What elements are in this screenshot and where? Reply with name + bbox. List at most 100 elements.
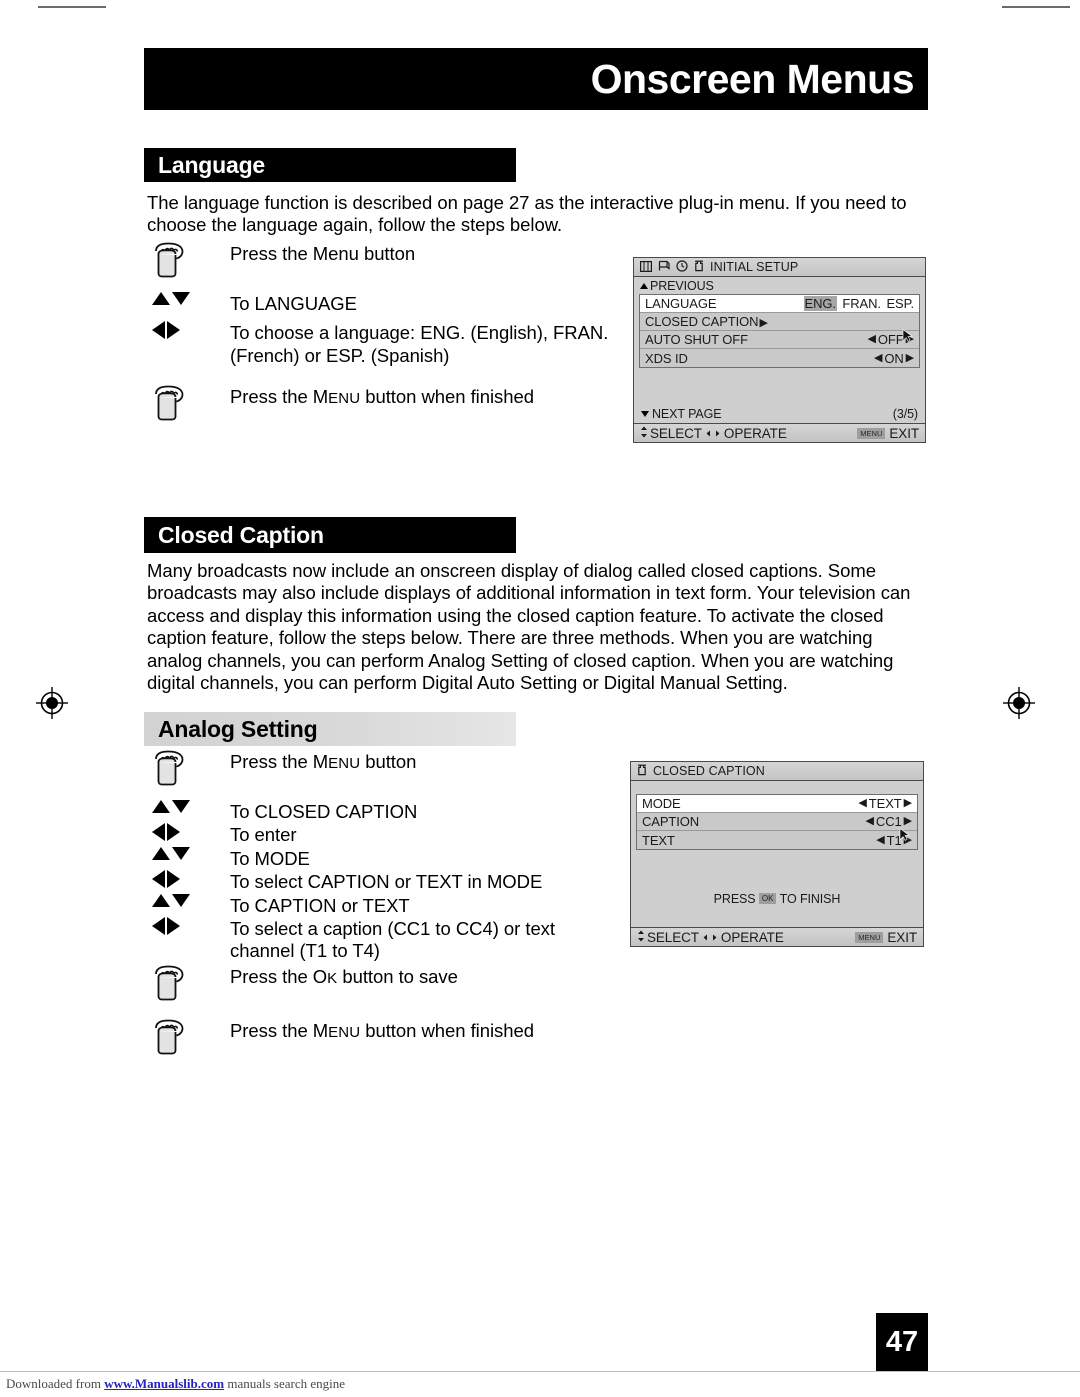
up-down-arrows-icon: [150, 292, 230, 305]
press-button-icon: [155, 385, 184, 421]
osd-row-label: TEXT: [642, 832, 675, 848]
osd-value-token: ENG.: [803, 296, 837, 311]
osd-body: PREVIOUS LANGUAGE ENG. FRAN. ESP. CLOSED C…: [634, 277, 925, 442]
step-text: Press the Menu button: [230, 243, 416, 264]
step-text: To enter: [230, 824, 297, 846]
press-button-icon: [155, 965, 184, 1001]
press-button-icon: [150, 1019, 230, 1055]
up-down-arrows-icon: [152, 800, 190, 813]
osd-title-label: INITIAL SETUP: [710, 260, 799, 274]
value-left-arrow-icon[interactable]: ◀: [876, 834, 884, 846]
value-right-arrow-icon[interactable]: ▶: [904, 798, 912, 809]
osd-menu-row[interactable]: CLOSED CAPTION▶: [640, 313, 919, 331]
page-header-bar: Onscreen Menus: [144, 48, 928, 110]
osd-select-label: SELECT: [647, 929, 699, 945]
steps-list-language: Press the Menu button To LANGUAGE To choos…: [150, 242, 620, 421]
manualslib-link[interactable]: www.Manualslib.com: [104, 1376, 224, 1391]
crop-mark-top-left: [38, 6, 106, 8]
osd-menu-row[interactable]: TEXT ◀ T1 ▶: [637, 831, 917, 849]
osd-finish-note: PRESS OK TO FINISH: [631, 892, 923, 906]
osd-titlebar: INITIAL SETUP: [634, 258, 925, 277]
left-right-arrows-icon: [152, 870, 180, 889]
setup-icon: [694, 260, 704, 275]
value-right-arrow-icon[interactable]: ▶: [904, 816, 912, 827]
up-down-arrows-icon: [152, 893, 190, 907]
paragraph-language: The language function is described on pa…: [147, 192, 907, 236]
step-text: Press the MENU button when finished: [230, 1019, 534, 1041]
osd-row-label: XDS ID: [645, 350, 688, 366]
osd-menu-row[interactable]: MODE ◀ TEXT ▶: [637, 795, 917, 813]
osd-menu-row[interactable]: CAPTION ◀ CC1 ▶: [637, 813, 917, 831]
press-button-icon: [155, 1019, 184, 1055]
value-left-arrow-icon[interactable]: ◀: [866, 816, 874, 827]
osd-title-icons: [637, 764, 647, 779]
osd-value-text: OFF: [877, 332, 904, 347]
osd-cursor-icon: [902, 329, 913, 342]
osd-value-token: FRAN.: [842, 296, 881, 311]
page-number-badge: 47: [876, 1313, 928, 1371]
osd-previous-row[interactable]: PREVIOUS: [634, 277, 925, 294]
step-text: To select CAPTION or TEXT in MODE: [230, 871, 543, 893]
osd-exit-label: EXIT: [889, 425, 919, 441]
osd-previous-label: PREVIOUS: [650, 279, 714, 293]
value-right-arrow-icon[interactable]: ▶: [906, 352, 914, 364]
footer-prefix: Downloaded from: [6, 1376, 105, 1391]
osd-title-label: CLOSED CAPTION: [653, 764, 765, 778]
left-right-arrows-icon: [150, 917, 230, 936]
press-button-icon: [150, 242, 230, 278]
press-button-icon: [155, 750, 184, 786]
osd-row-label: LANGUAGE: [645, 296, 717, 311]
menu-key-icon: MENU: [855, 931, 884, 943]
footer-suffix: manuals search engine: [224, 1376, 346, 1391]
left-right-arrows-icon: [152, 917, 180, 936]
osd-row-label: MODE: [642, 796, 681, 811]
osd-value-text: ON: [884, 350, 904, 366]
step-row: Press the MENU button when finished: [150, 385, 620, 421]
osd-body: MODE ◀ TEXT ▶ CAPTION ◀ CC1 ▶ TEXT ◀ T1 ▶ PRESS OK …: [631, 781, 923, 946]
osd-bottom-bar: SELECT OPERATE MENU EXIT: [634, 423, 925, 442]
step-text: To choose a language: ENG. (English), FR…: [230, 322, 609, 366]
osd-titlebar: CLOSED CAPTION: [631, 762, 923, 781]
osd-closed-caption: CLOSED CAPTION MODE ◀ TEXT ▶ CAPTION ◀ CC1 ▶ TEX…: [630, 761, 924, 947]
press-button-icon: [150, 965, 230, 1001]
press-button-icon: [150, 750, 230, 786]
step-text: To select a caption (CC1 to CC4) or text…: [230, 918, 555, 962]
picture-icon: [640, 260, 653, 275]
step-text: Press the OK button to save: [230, 965, 458, 987]
left-right-arrows-icon: [152, 823, 180, 842]
osd-value-token: ESP.: [886, 296, 914, 311]
ok-key-icon: OK: [758, 893, 777, 904]
osd-menu-row[interactable]: XDS ID ◀ ON ▶: [640, 349, 919, 367]
step-row: Press the Menu button: [150, 242, 620, 278]
value-left-arrow-icon[interactable]: ◀: [868, 334, 876, 345]
submenu-arrow-icon: ▶: [759, 317, 768, 329]
osd-initial-setup: INITIAL SETUP PREVIOUS LANGUAGE ENG. FRAN…: [633, 257, 926, 443]
left-right-arrows-icon: [150, 870, 230, 889]
section-heading-analog-setting-label: Analog Setting: [158, 715, 318, 742]
value-left-arrow-icon[interactable]: ◀: [858, 798, 866, 809]
menu-key-icon: MENU: [857, 427, 886, 439]
osd-row-value: ENG. FRAN. ESP.: [803, 296, 914, 311]
select-updown-icon: [637, 930, 645, 945]
osd-menu-row[interactable]: LANGUAGE ENG. FRAN. ESP.: [640, 295, 919, 313]
osd-row-label: CAPTION: [642, 814, 700, 829]
step-row: Press the MENU button: [150, 750, 620, 786]
osd-next-page-row[interactable]: NEXT PAGE (3/5): [634, 407, 925, 421]
chevron-down-icon: [641, 411, 649, 417]
operate-leftright-icon: [703, 930, 717, 945]
section-heading-language: Language: [144, 148, 516, 182]
section-heading-analog-setting: Analog Setting: [144, 712, 516, 746]
step-row: To enter: [150, 823, 620, 846]
osd-operate-label: OPERATE: [720, 929, 784, 945]
osd-bottom-bar: SELECT OPERATE MENU EXIT: [631, 927, 923, 946]
osd-row-group: MODE ◀ TEXT ▶ CAPTION ◀ CC1 ▶ TEXT ◀ T1 ▶: [636, 794, 918, 850]
osd-row-group: LANGUAGE ENG. FRAN. ESP. CLOSED CAPTION▶ AU…: [639, 294, 920, 368]
osd-value-text: TEXT: [868, 796, 902, 811]
value-left-arrow-icon[interactable]: ◀: [874, 352, 882, 364]
osd-menu-row[interactable]: AUTO SHUT OFF◀OFF▶: [640, 331, 919, 349]
step-text: Press the MENU button when finished: [230, 386, 534, 408]
section-heading-closed-caption-label: Closed Caption: [158, 521, 324, 548]
step-text: Press the MENU button: [230, 751, 417, 772]
osd-next-page-label: NEXT PAGE: [652, 407, 722, 421]
left-right-arrows-icon: [150, 823, 230, 842]
